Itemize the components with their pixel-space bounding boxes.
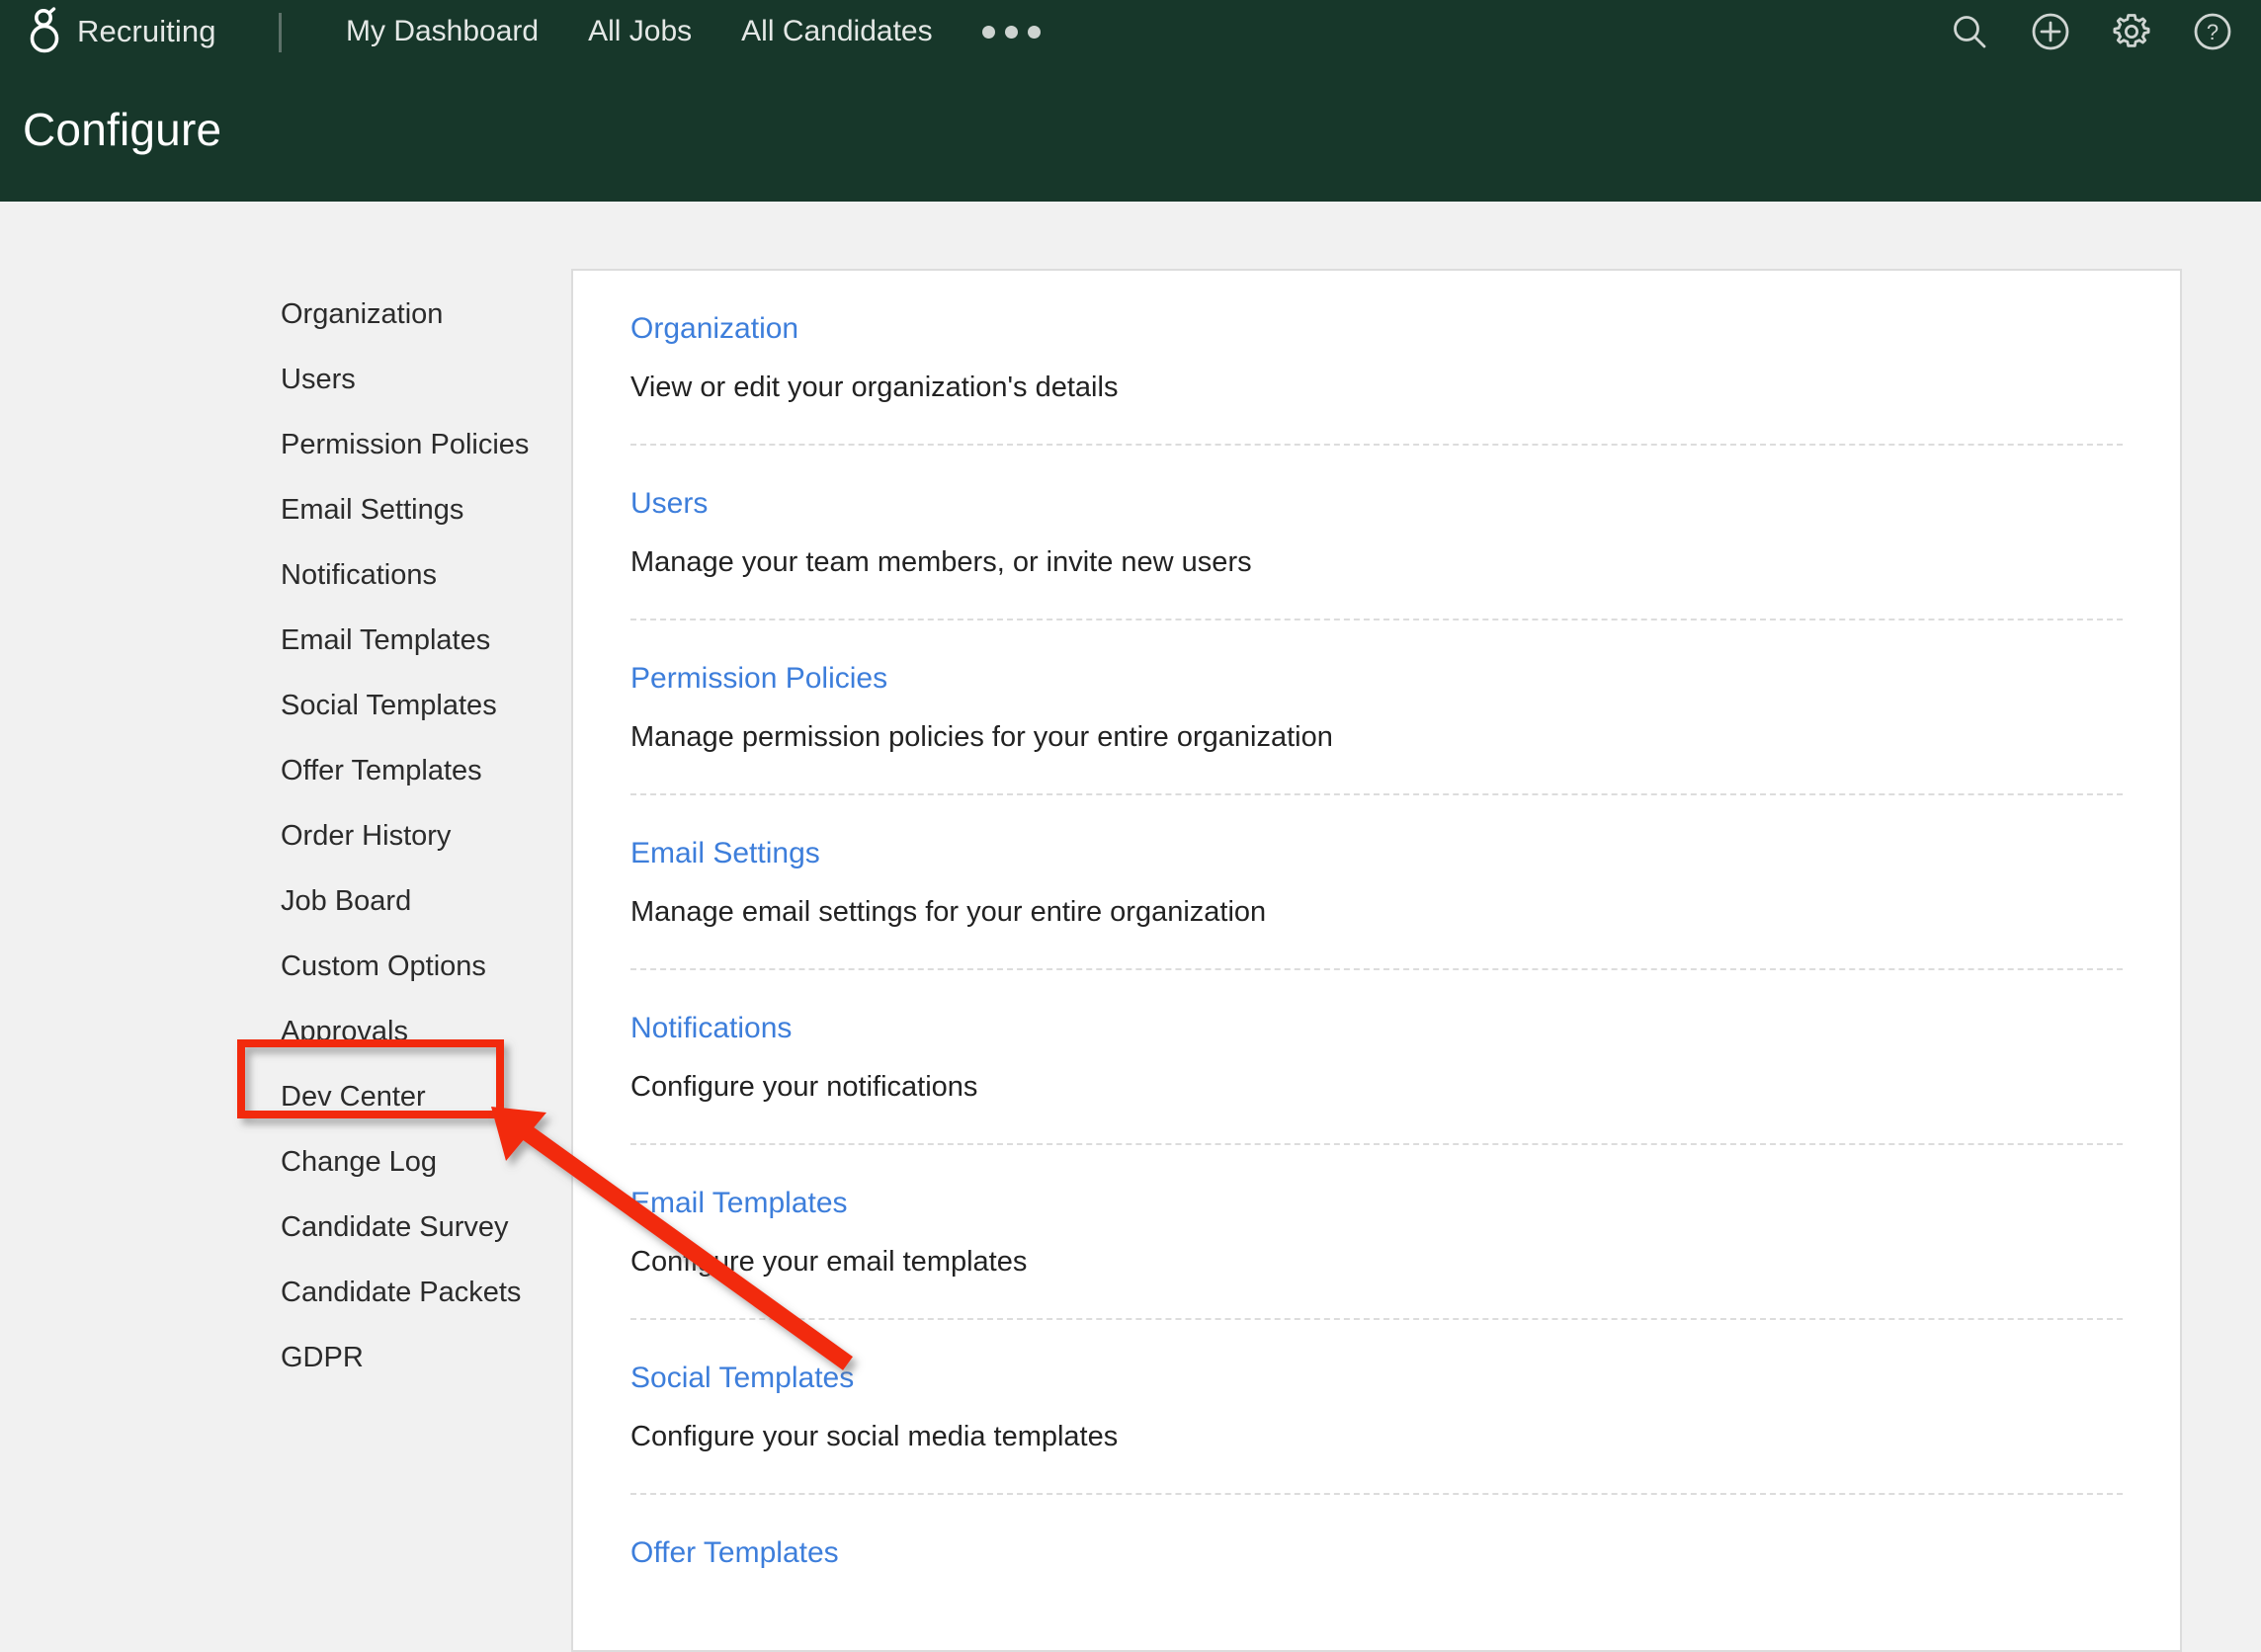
settings-row-users: Users Manage your team members, or invit… xyxy=(630,446,2123,620)
settings-link-organization[interactable]: Organization xyxy=(630,312,2123,346)
page-body: Organization Users Permission Policies E… xyxy=(0,202,2261,1652)
ellipsis-icon[interactable] xyxy=(958,0,1065,63)
sidebar-item-social-templates[interactable]: Social Templates xyxy=(281,673,567,738)
plus-circle-icon[interactable] xyxy=(2028,9,2073,54)
sidebar-item-dev-center[interactable]: Dev Center xyxy=(281,1064,567,1129)
gear-icon[interactable] xyxy=(2109,9,2154,54)
brand-name-label: Recruiting xyxy=(77,14,216,48)
nav-link-my-dashboard[interactable]: My Dashboard xyxy=(321,0,563,63)
header-action-icons: ? xyxy=(1947,0,2235,63)
settings-link-permission-policies[interactable]: Permission Policies xyxy=(630,662,2123,696)
configure-sidebar-nav: Organization Users Permission Policies E… xyxy=(281,282,567,1390)
configure-settings-card: Organization View or edit your organizat… xyxy=(571,269,2182,1652)
settings-link-notifications[interactable]: Notifications xyxy=(630,1012,2123,1045)
sidebar-item-offer-templates[interactable]: Offer Templates xyxy=(281,738,567,803)
app-header: Recruiting My Dashboard All Jobs All Can… xyxy=(0,0,2261,202)
search-icon[interactable] xyxy=(1947,9,1992,54)
sidebar-item-notifications[interactable]: Notifications xyxy=(281,542,567,608)
svg-text:?: ? xyxy=(2207,20,2219,44)
sidebar-item-permission-policies[interactable]: Permission Policies xyxy=(281,412,567,477)
sidebar-item-candidate-survey[interactable]: Candidate Survey xyxy=(281,1195,567,1260)
settings-desc-organization: View or edit your organization's details xyxy=(630,372,1119,403)
settings-row-email-templates: Email Templates Configure your email tem… xyxy=(630,1145,2123,1320)
settings-row-permission-policies: Permission Policies Manage permission po… xyxy=(630,620,2123,795)
settings-link-email-templates[interactable]: Email Templates xyxy=(630,1187,2123,1220)
brand-home-link[interactable]: Recruiting xyxy=(28,0,216,63)
settings-desc-social-templates: Configure your social media templates xyxy=(630,1421,1119,1452)
top-navigation-bar: Recruiting My Dashboard All Jobs All Can… xyxy=(0,0,2261,63)
settings-desc-notifications: Configure your notifications xyxy=(630,1071,978,1103)
settings-desc-permission-policies: Manage permission policies for your enti… xyxy=(630,721,1333,753)
settings-link-email-settings[interactable]: Email Settings xyxy=(630,837,2123,870)
settings-link-social-templates[interactable]: Social Templates xyxy=(630,1362,2123,1395)
sidebar-item-email-settings[interactable]: Email Settings xyxy=(281,477,567,542)
nav-divider xyxy=(279,13,282,52)
settings-row-organization: Organization View or edit your organizat… xyxy=(630,271,2123,446)
primary-nav-links: My Dashboard All Jobs All Candidates xyxy=(321,0,1065,63)
sidebar-item-organization[interactable]: Organization xyxy=(281,282,567,347)
settings-desc-email-templates: Configure your email templates xyxy=(630,1246,1028,1278)
settings-desc-users: Manage your team members, or invite new … xyxy=(630,546,1252,578)
help-circle-icon[interactable]: ? xyxy=(2190,9,2235,54)
page-title: Configure xyxy=(23,104,222,155)
settings-desc-email-settings: Manage email settings for your entire or… xyxy=(630,896,1267,928)
sidebar-item-users[interactable]: Users xyxy=(281,347,567,412)
ellipsis-dot xyxy=(1004,25,1018,39)
settings-row-email-settings: Email Settings Manage email settings for… xyxy=(630,795,2123,970)
settings-link-users[interactable]: Users xyxy=(630,487,2123,521)
sidebar-item-change-log[interactable]: Change Log xyxy=(281,1129,567,1195)
settings-row-notifications: Notifications Configure your notificatio… xyxy=(630,970,2123,1145)
nav-link-all-jobs[interactable]: All Jobs xyxy=(563,0,716,63)
sidebar-item-candidate-packets[interactable]: Candidate Packets xyxy=(281,1260,567,1325)
sidebar-item-approvals[interactable]: Approvals xyxy=(281,999,567,1064)
sidebar-item-custom-options[interactable]: Custom Options xyxy=(281,934,567,999)
settings-row-offer-templates: Offer Templates xyxy=(630,1495,2123,1635)
sidebar-item-order-history[interactable]: Order History xyxy=(281,803,567,868)
ellipsis-dot xyxy=(1027,25,1041,39)
nav-link-all-candidates[interactable]: All Candidates xyxy=(716,0,957,63)
settings-row-social-templates: Social Templates Configure your social m… xyxy=(630,1320,2123,1495)
settings-link-offer-templates[interactable]: Offer Templates xyxy=(630,1536,2123,1570)
greenhouse-g-logo-icon xyxy=(28,5,61,59)
sidebar-item-job-board[interactable]: Job Board xyxy=(281,868,567,934)
sidebar-item-email-templates[interactable]: Email Templates xyxy=(281,608,567,673)
sidebar-item-gdpr[interactable]: GDPR xyxy=(281,1325,567,1390)
ellipsis-dot xyxy=(981,25,995,39)
